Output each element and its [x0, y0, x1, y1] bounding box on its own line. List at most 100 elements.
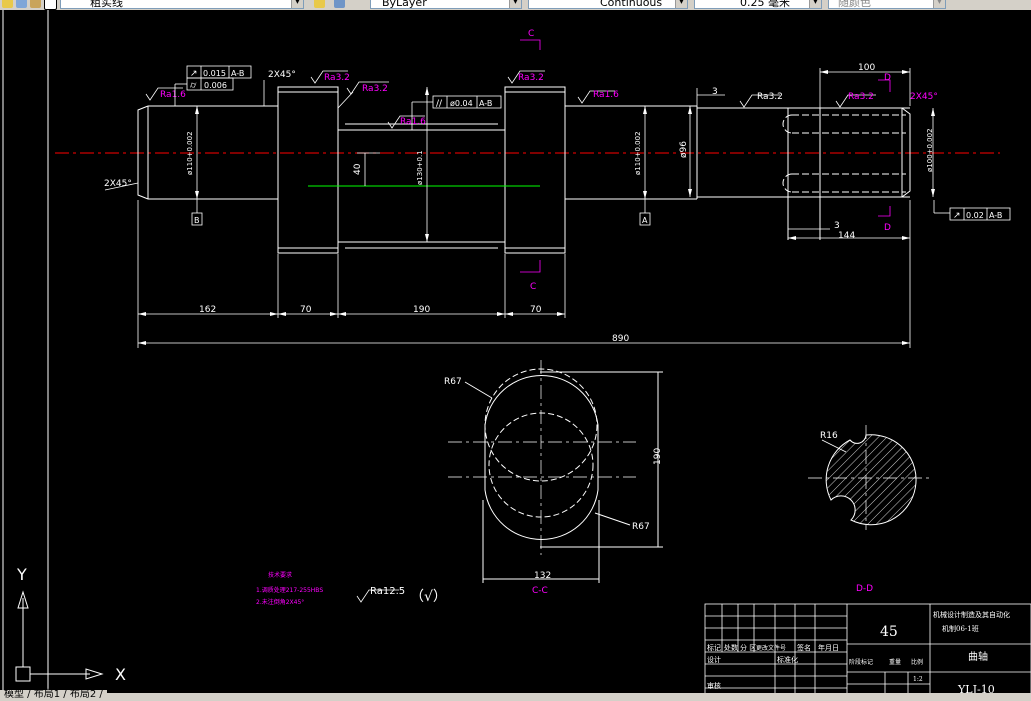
tb-h-ratio: 比例 — [911, 658, 923, 666]
tol-cyl-value: 0.006 — [204, 81, 227, 90]
section-c-bottom: C — [530, 282, 536, 292]
tb-h-review: 审核 — [707, 681, 721, 690]
plotstyle-control-value: 随颜色 — [838, 0, 871, 9]
datum-a-label: A — [642, 216, 648, 225]
lock-icon[interactable] — [30, 0, 41, 8]
ucs-x-label: X — [115, 665, 126, 684]
lineweight-control-value: 0.25 毫米 — [740, 0, 790, 9]
ra-label-2: Ra3.2 — [324, 73, 350, 83]
section-d-top: D — [884, 73, 891, 83]
layer-dropdown[interactable]: 粗实线 ▼ — [60, 0, 304, 9]
tol-par-ref: A-B — [479, 99, 492, 108]
tol-runout-ref: A-B — [231, 69, 244, 78]
section-c-top: C — [528, 29, 534, 39]
tol-runout-value: 0.015 — [203, 69, 226, 78]
tb-h-sign: 签名 — [797, 643, 811, 652]
tech-req-line1: 1.调质处理217-255HBS — [256, 586, 323, 594]
dim-r16: R16 — [820, 431, 838, 441]
tb-h-mark: 标记 — [707, 643, 721, 652]
dim-r67b: R67 — [632, 522, 650, 532]
dim-3a: 3 — [712, 87, 718, 97]
chevron-down-icon[interactable]: ▼ — [933, 0, 945, 8]
dim-r67a: R67 — [444, 377, 462, 387]
canvas-background — [0, 10, 1031, 693]
dim-190v: 190 — [653, 448, 663, 465]
dim-132: 132 — [534, 571, 551, 581]
runout-icon: ↗ — [190, 69, 198, 79]
dim-dia-left: ø110+0.002 — [186, 131, 194, 175]
dim-70a: 70 — [300, 305, 312, 315]
ra-label-3: Ra3.2 — [362, 84, 388, 94]
section-dd-label: D-D — [856, 584, 873, 594]
tol-runout2-value: 0.02 — [966, 211, 984, 220]
tb-scale: 1:2 — [913, 676, 923, 683]
section-d-bottom: D — [884, 223, 891, 233]
dim-70b: 70 — [530, 305, 542, 315]
tb-h-design: 设计 — [707, 655, 721, 664]
ra-label-5: Ra3.2 — [518, 73, 544, 83]
freeze-icon[interactable] — [16, 0, 27, 8]
dim-190: 190 — [413, 305, 430, 315]
ra-default-label: Ra12.5 — [370, 586, 405, 597]
ucs-y-label: Y — [16, 565, 27, 584]
ra-label-4: Ra1.6 — [400, 117, 426, 127]
ra-label-6: Ra1.6 — [593, 90, 619, 100]
parallel-icon: // — [436, 99, 443, 109]
ra-label-7: Ra3.2 — [757, 92, 783, 102]
ra-label-1: Ra1.6 — [160, 90, 186, 100]
ra-paren-label: （√） — [410, 589, 447, 605]
tb-material: 45 — [880, 624, 898, 640]
layer-previous-icon[interactable] — [334, 0, 345, 8]
tol-par-value: ø0.04 — [450, 99, 473, 108]
dim-40: 40 — [353, 163, 363, 175]
tb-code: YLJ-10 — [957, 683, 995, 693]
lineweight-control-dropdown[interactable]: 0.25 毫米 ▼ — [694, 0, 822, 9]
tb-part: 曲轴 — [968, 650, 988, 663]
linetype-control-value: Continuous — [600, 0, 663, 9]
dim-dia-a: ø110+0.002 — [634, 131, 642, 175]
tb-h-count: 处数 — [724, 643, 738, 652]
plotstyle-control-dropdown[interactable]: 随颜色 ▼ — [828, 0, 946, 9]
color-control-value: ByLayer — [382, 0, 427, 9]
ra-label-8: Ra3.2 — [848, 92, 874, 102]
chevron-down-icon[interactable]: ▼ — [509, 0, 521, 8]
tol-runout2-ref: A-B — [989, 211, 1002, 220]
tech-req-title: 技术要求 — [268, 571, 292, 579]
layer-state-icon[interactable] — [2, 0, 13, 8]
dim-dia-96: ø96 — [679, 141, 689, 158]
chevron-down-icon[interactable]: ▼ — [675, 0, 687, 8]
tb-h-std: 标准化 — [777, 655, 798, 664]
tb-h-zone: 分 区 — [740, 643, 756, 652]
dim-162: 162 — [199, 305, 216, 315]
dim-144: 144 — [838, 231, 855, 241]
color-control-dropdown[interactable]: ByLayer ▼ — [370, 0, 522, 9]
dim-dia-mid: ø130+0.1 — [416, 150, 424, 185]
linetype-control-dropdown[interactable]: Continuous ▼ — [528, 0, 688, 9]
tb-h-stage: 阶段标记 — [849, 658, 873, 666]
layout-tabs[interactable]: 模型 / 布局1 / 布局2 / — [0, 690, 107, 701]
runout2-icon: ↗ — [953, 211, 961, 221]
tb-h-doc: 更改文件号 — [756, 644, 786, 652]
chevron-down-icon[interactable]: ▼ — [291, 0, 303, 8]
section-cc-label: C-C — [532, 586, 548, 596]
tech-req-line2: 2.未注倒角2X45° — [256, 598, 304, 606]
dim-chamfer-left: 2X45° — [104, 179, 132, 189]
tb-h-date: 年月日 — [818, 643, 839, 652]
chamfer-right-label: 2X45° — [910, 92, 938, 102]
tb-org: 机械设计制造及其自动化 — [933, 610, 1010, 619]
dim-3b: 3 — [834, 221, 840, 231]
color-swatch-icon[interactable] — [44, 0, 57, 10]
layer-dropdown-value: 粗实线 — [90, 0, 123, 9]
status-bar — [0, 693, 1031, 701]
make-current-icon[interactable] — [314, 0, 325, 8]
drawing-canvas[interactable]: 162 70 190 70 890 100 3 3 144 40 2X45° 2… — [0, 10, 1031, 693]
dim-100: 100 — [858, 63, 875, 73]
chevron-down-icon[interactable]: ▼ — [809, 0, 821, 8]
tb-h-weight: 重量 — [889, 658, 901, 666]
dim-dia-right: ø100+0.002 — [926, 128, 934, 172]
dim-890: 890 — [612, 334, 629, 344]
datum-b-label: B — [194, 216, 200, 225]
cylindricity-icon: ⌭ — [190, 81, 197, 91]
dim-chamfer-top: 2X45° — [268, 70, 296, 80]
tb-org2: 机制06-1班 — [942, 624, 979, 633]
